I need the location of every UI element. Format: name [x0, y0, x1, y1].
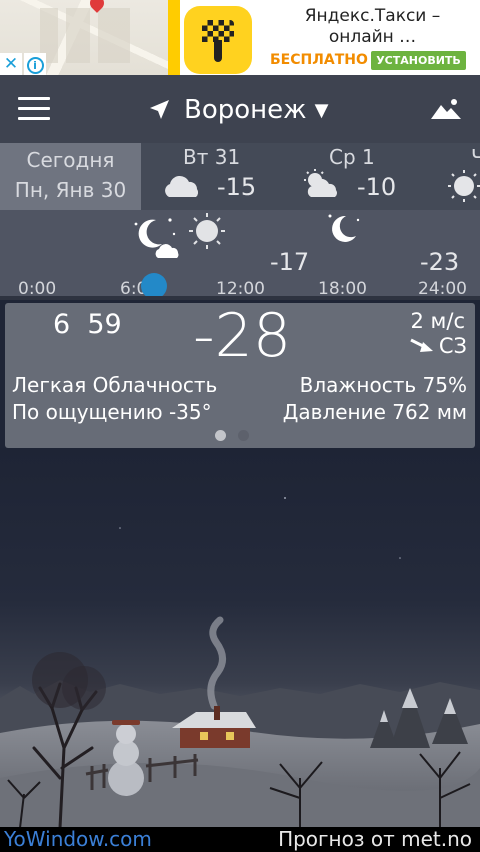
- condition-text: Легкая Облачность: [12, 373, 218, 397]
- sun-icon: [448, 170, 480, 202]
- city-selector[interactable]: Воронеж ▼: [148, 93, 328, 127]
- day-wed[interactable]: Ср 1 -10: [281, 143, 431, 210]
- day-today[interactable]: Сегодня Пн, Янв 30: [0, 143, 141, 210]
- page-indicator: [215, 430, 249, 441]
- ad-banner[interactable]: ✕ i Яндекс.Такси – онлайн … БЕСПЛАТНО УС…: [0, 0, 480, 75]
- moon-cloud-icon: [134, 218, 179, 258]
- landscape-icon[interactable]: [430, 97, 462, 121]
- weather-scene: [0, 448, 480, 830]
- ad-info-icon[interactable]: i: [24, 53, 46, 75]
- day-temp: -15: [217, 173, 257, 201]
- current-temperature: -28: [193, 301, 291, 371]
- current-weather-card[interactable]: 6 59 -28 2 м/с СЗ Легкая Облачность По о…: [5, 301, 475, 448]
- page-dot: [215, 430, 226, 441]
- ad-free-label: БЕСПЛАТНО: [270, 52, 368, 68]
- forecast-credit[interactable]: Прогноз от met.no: [278, 827, 472, 851]
- chevron-down-icon: ▼: [314, 99, 329, 121]
- ad-close-icon[interactable]: ✕: [0, 53, 22, 75]
- app-header: Воронеж ▼: [0, 75, 480, 143]
- wind-direction: СЗ: [409, 334, 467, 358]
- winter-landscape: [0, 497, 480, 830]
- day-name: Ч: [471, 145, 480, 169]
- day-thu[interactable]: Ч: [431, 143, 480, 210]
- brand-link[interactable]: YoWindow.com: [4, 827, 152, 851]
- location-arrow-icon: [150, 100, 169, 119]
- menu-icon[interactable]: [18, 97, 50, 121]
- feels-like: По ощущению -35°: [12, 400, 212, 424]
- day-temp: -10: [357, 173, 397, 201]
- wind-speed: 2 м/с: [410, 309, 466, 333]
- moon-icon: [328, 214, 360, 242]
- city-name: Воронеж: [184, 95, 307, 125]
- cloud-icon: [165, 175, 199, 197]
- ad-title: Яндекс.Такси – онлайн …: [304, 6, 441, 47]
- wind-arrow-icon: [410, 338, 433, 352]
- page-dot: [238, 430, 249, 441]
- hourly-forecast[interactable]: -17 -23 0:00 6:00 12:00 18:00 24:00: [0, 210, 480, 300]
- daily-forecast: Сегодня Пн, Янв 30 Вт 31 -15 Ср 1 -10 Ч: [0, 143, 480, 210]
- day-name: Вт 31: [183, 145, 241, 169]
- today-label: Сегодня: [26, 148, 115, 172]
- footer-bar: YoWindow.com Прогноз от met.no: [0, 827, 480, 852]
- local-time: 6 59: [53, 309, 122, 340]
- day-tue[interactable]: Вт 31 -15: [141, 143, 281, 210]
- ad-install-button[interactable]: УСТАНОВИТЬ: [371, 51, 466, 70]
- hourly-temp: -23: [420, 248, 460, 276]
- day-name: Ср 1: [329, 145, 375, 169]
- humidity: Влажность 75%: [299, 373, 467, 397]
- taxi-logo-icon: [184, 6, 252, 74]
- sun-icon: [189, 213, 225, 249]
- today-date: Пн, Янв 30: [14, 178, 127, 202]
- pressure: Давление 762 мм: [282, 400, 467, 424]
- cloud-sun-icon: [304, 169, 337, 197]
- hourly-temp: -17: [270, 248, 310, 276]
- ad-stripe: [168, 0, 180, 75]
